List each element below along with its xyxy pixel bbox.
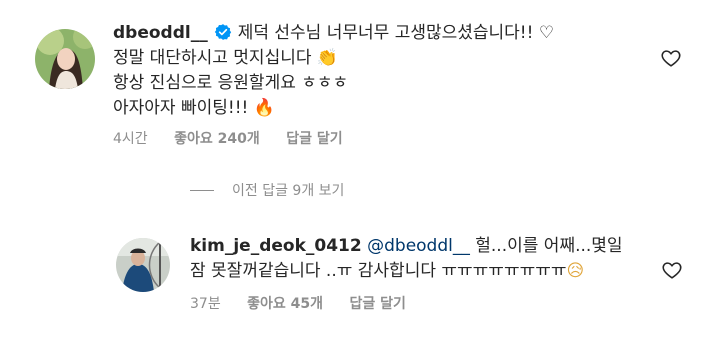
reply-mention[interactable]: @dbeoddl__ <box>367 236 470 256</box>
comment-line-2: 정말 대단하시고 멋지십니다 <box>113 48 317 68</box>
reply-button[interactable]: 답글 달기 <box>286 131 342 147</box>
comment-line-4: 아자아자 빠이팅!!! <box>113 98 254 118</box>
heart-outline-icon[interactable] <box>660 47 682 69</box>
avatar-photo <box>35 29 95 89</box>
sad-emoji: 😥 <box>566 261 585 281</box>
reply-text: kim_je_deok_0412 @dbeoddl__ 헐...이를 어째...… <box>190 234 660 284</box>
replies-divider <box>190 189 214 191</box>
reply-line-2: 잠 못잘꺼같습니다 ..ㅠ 감사합니다 ㅠㅠㅠㅠㅠㅠㅠㅠ <box>190 261 567 281</box>
comment-text: dbeoddl__ 제덕 선수님 너무너무 고생많으셨습니다!! ♡ 정말 대단하… <box>113 21 643 121</box>
view-previous-replies-button[interactable]: 이전 답글 9개 보기 <box>190 180 344 200</box>
comment-likes[interactable]: 좋아요 240개 <box>174 131 260 147</box>
reply-username[interactable]: kim_je_deok_0412 <box>190 236 362 256</box>
avatar-photo <box>116 238 170 292</box>
verified-badge-icon <box>214 23 232 41</box>
comment-meta: 4시간 좋아요 240개 답글 달기 <box>113 128 365 148</box>
fire-emoji: 🔥 <box>253 98 275 118</box>
reply-meta: 37분 좋아요 45개 답글 달기 <box>190 293 428 313</box>
reply-time[interactable]: 37분 <box>190 296 221 312</box>
comment-line-3: 항상 진심으로 응원할게요 ㅎㅎㅎ <box>113 73 349 93</box>
clap-emoji: 👏 <box>316 48 339 68</box>
reply-line-1: 헐...이를 어째...몇일 <box>469 236 623 256</box>
view-replies-label: 이전 답글 9개 보기 <box>232 183 345 199</box>
comment-line-1: 제덕 선수님 너무너무 고생많으셨습니다!! ♡ <box>237 23 555 43</box>
comment-username[interactable]: dbeoddl__ <box>113 23 208 43</box>
reply-button[interactable]: 답글 달기 <box>350 296 406 312</box>
comment-time[interactable]: 4시간 <box>113 131 148 147</box>
heart-outline-icon[interactable] <box>661 259 683 281</box>
reply-likes[interactable]: 좋아요 45개 <box>247 296 323 312</box>
avatar[interactable] <box>116 238 170 292</box>
avatar[interactable] <box>35 29 95 89</box>
